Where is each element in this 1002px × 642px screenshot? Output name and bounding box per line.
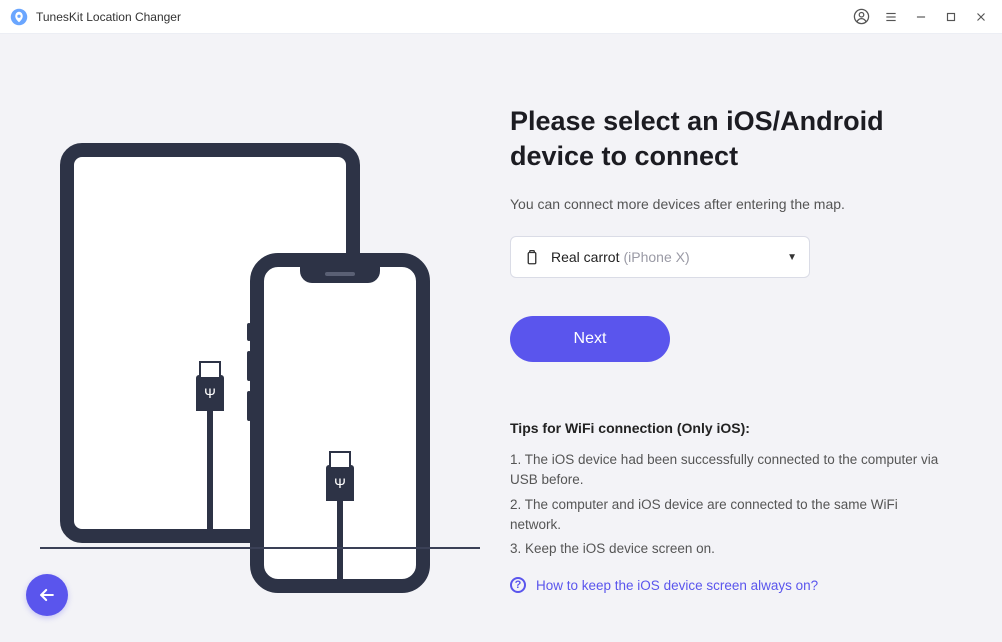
subtitle: You can connect more devices after enter… [510, 196, 952, 212]
minimize-button[interactable] [906, 3, 936, 31]
app-logo-icon [10, 8, 28, 26]
usb-cable-icon: Ψ [196, 375, 224, 531]
tip-item: 3. Keep the iOS device screen on. [510, 539, 952, 559]
help-link[interactable]: ? How to keep the iOS device screen alwa… [510, 577, 952, 593]
maximize-button[interactable] [936, 3, 966, 31]
chevron-down-icon: ▼ [787, 252, 797, 263]
usb-cable-icon: Ψ [326, 465, 354, 581]
title-bar: TunesKit Location Changer [0, 0, 1002, 34]
help-link-text: How to keep the iOS device screen always… [536, 578, 818, 593]
next-button[interactable]: Next [510, 316, 670, 362]
menu-icon[interactable] [876, 3, 906, 31]
tip-item: 1. The iOS device had been successfully … [510, 450, 952, 491]
tips-title: Tips for WiFi connection (Only iOS): [510, 420, 952, 436]
page-title: Please select an iOS/Android device to c… [510, 104, 952, 174]
device-model: (iPhone X) [623, 249, 689, 265]
device-select[interactable]: Real carrot (iPhone X) ▼ [510, 236, 810, 278]
back-button[interactable] [26, 574, 68, 616]
device-name: Real carrot [551, 249, 619, 265]
form-pane: Please select an iOS/Android device to c… [500, 64, 982, 622]
help-icon: ? [510, 577, 526, 593]
tip-item: 2. The computer and iOS device are conne… [510, 495, 952, 536]
content-area: Ψ Ψ Please select an iOS/Android device … [0, 34, 1002, 642]
app-title: TunesKit Location Changer [36, 10, 181, 24]
illustration-pane: Ψ Ψ [20, 64, 500, 622]
device-illustration: Ψ Ψ [60, 123, 460, 563]
account-icon[interactable] [846, 3, 876, 31]
device-type-icon [523, 248, 541, 266]
phone-icon: Ψ [250, 253, 430, 593]
close-button[interactable] [966, 3, 996, 31]
